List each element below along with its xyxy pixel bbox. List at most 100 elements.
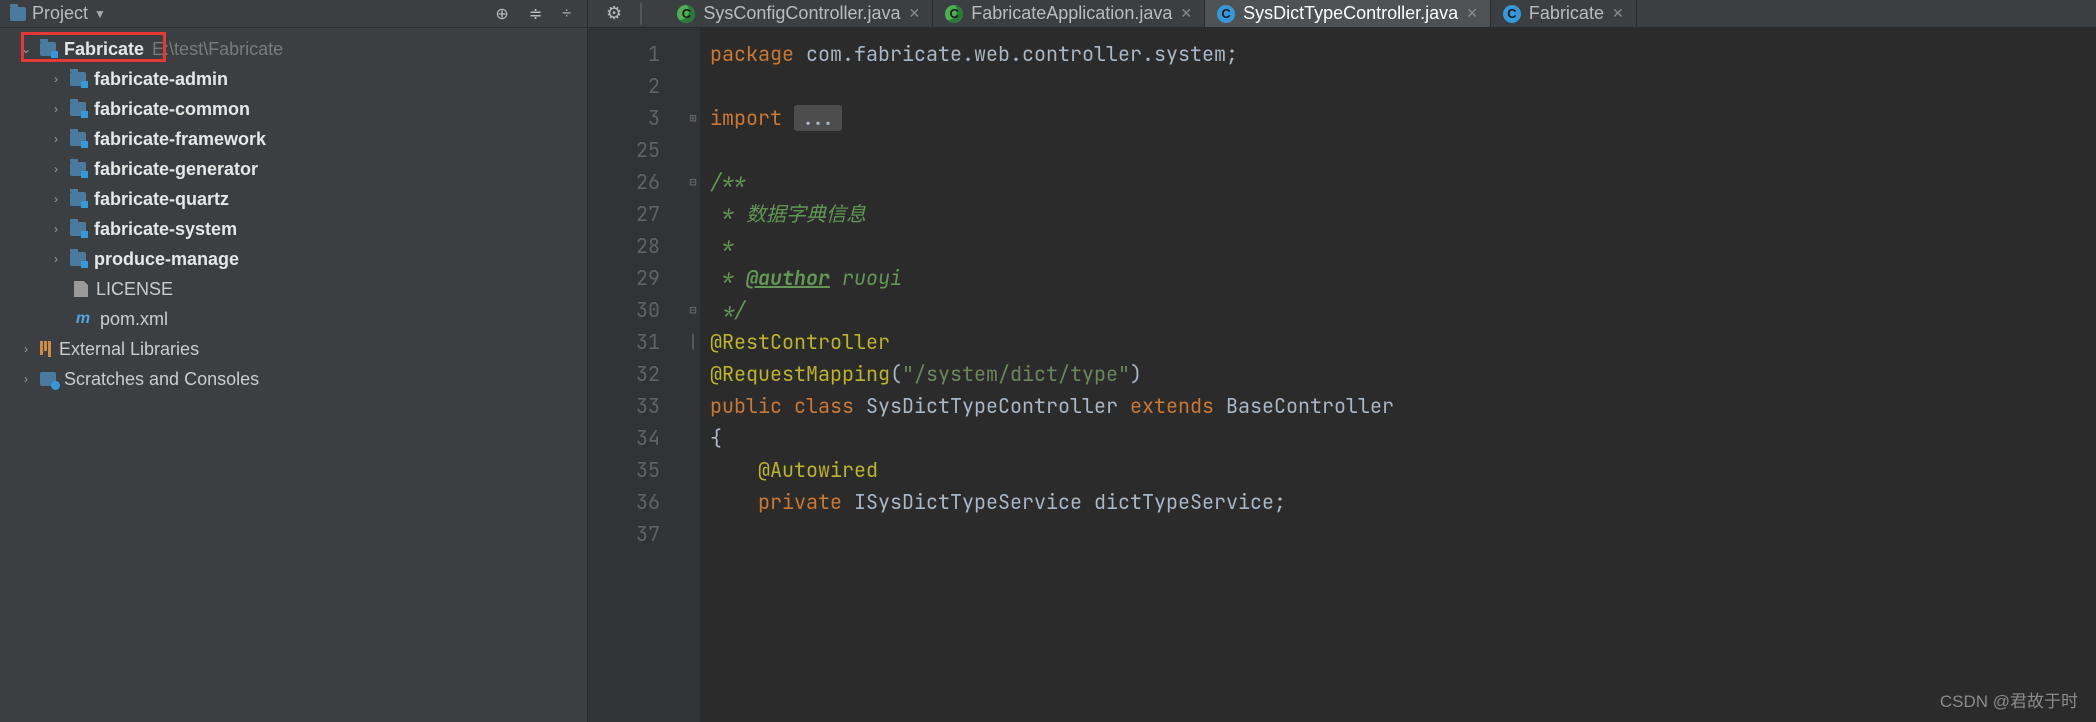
code-area[interactable]: package com.fabricate.web.controller.sys…	[700, 28, 1394, 722]
fold-marker[interactable]	[686, 390, 700, 422]
chevron-right-icon[interactable]: ›	[50, 252, 62, 266]
tab-label: SysConfigController.java	[703, 3, 900, 24]
tree-root-name: Fabricate	[64, 39, 144, 60]
tree-module[interactable]: › produce-manage	[0, 244, 587, 274]
fold-column[interactable]: ⊞ ⊟ ⊟│	[686, 28, 700, 722]
fold-marker[interactable]: ⊟	[686, 166, 700, 198]
code-line: @RestController	[710, 326, 1394, 358]
project-label: Project	[32, 3, 88, 24]
fold-marker[interactable]	[686, 134, 700, 166]
maven-icon: m	[74, 310, 92, 328]
class-icon: C	[1503, 5, 1521, 23]
fold-marker[interactable]	[686, 38, 700, 70]
code-line: {	[710, 422, 1394, 454]
line-number: 26	[588, 166, 660, 198]
editor-tabs: CSysConfigController.java✕CFabricateAppl…	[665, 0, 2096, 27]
fold-marker[interactable]	[686, 486, 700, 518]
chevron-right-icon[interactable]: ›	[50, 72, 62, 86]
library-icon	[40, 341, 51, 357]
line-number: 31	[588, 326, 660, 358]
code-line	[710, 134, 1394, 166]
chevron-right-icon[interactable]: ›	[20, 342, 32, 356]
code-line: @RequestMapping("/system/dict/type")	[710, 358, 1394, 390]
fold-marker[interactable]	[686, 518, 700, 550]
class-icon: C	[677, 5, 695, 23]
fold-marker[interactable]: ⊟	[686, 294, 700, 326]
tree-root-path: E:\test\Fabricate	[152, 39, 283, 60]
fold-marker[interactable]	[686, 70, 700, 102]
top-bar: Project ▼ ⊕ ≑ ÷ ⚙ │ C SysConfigController…	[0, 0, 2096, 28]
chevron-right-icon[interactable]: ›	[50, 102, 62, 116]
code-editor[interactable]: 12325262728293031323334353637 ⊞ ⊟ ⊟│ pac…	[588, 28, 2096, 722]
fold-marker[interactable]	[686, 422, 700, 454]
code-line	[710, 518, 1394, 550]
line-number: 27	[588, 198, 660, 230]
line-number: 28	[588, 230, 660, 262]
chevron-right-icon[interactable]: ›	[20, 372, 32, 386]
code-line	[710, 70, 1394, 102]
fold-marker[interactable]	[686, 230, 700, 262]
tree-module[interactable]: ›fabricate-admin	[0, 64, 587, 94]
line-number: 36	[588, 486, 660, 518]
module-folder-icon	[70, 222, 86, 236]
chevron-right-icon[interactable]: ›	[50, 222, 62, 236]
gear-icon[interactable]: ⚙	[606, 3, 622, 24]
fold-marker[interactable]	[686, 262, 700, 294]
project-tree[interactable]: ⌄ Fabricate E:\test\Fabricate ›fabricate…	[0, 28, 588, 722]
expand-all-icon[interactable]: ≑	[529, 4, 542, 24]
close-icon[interactable]: ✕	[1180, 5, 1192, 22]
fold-marker[interactable]	[686, 198, 700, 230]
close-icon[interactable]: ✕	[1612, 5, 1624, 22]
tree-module[interactable]: › fabricate-generator	[0, 154, 587, 184]
tree-file[interactable]: LICENSE	[0, 274, 587, 304]
tree-root[interactable]: ⌄ Fabricate E:\test\Fabricate	[0, 34, 587, 64]
chevron-right-icon[interactable]: ›	[50, 132, 62, 146]
line-number: 29	[588, 262, 660, 294]
locate-icon[interactable]: ⊕	[495, 4, 508, 24]
tree-module[interactable]: › fabricate-common	[0, 94, 587, 124]
file-name: pom.xml	[100, 309, 168, 330]
module-folder-icon	[70, 192, 86, 206]
tree-module[interactable]: ›fabricate-system	[0, 214, 587, 244]
tree-extra[interactable]: ›External Libraries	[0, 334, 587, 364]
close-icon[interactable]: ✕	[909, 5, 921, 22]
line-number: 37	[588, 518, 660, 550]
module-name: produce-manage	[94, 249, 239, 270]
fold-marker[interactable]: │	[686, 326, 700, 358]
tab-label: Fabricate	[1529, 3, 1604, 24]
line-number: 1	[588, 38, 660, 70]
code-line: package com.fabricate.web.controller.sys…	[710, 38, 1394, 70]
fold-marker[interactable]	[686, 454, 700, 486]
tab[interactable]: CFabricateApplication.java✕	[933, 0, 1205, 27]
close-icon[interactable]: ✕	[1466, 5, 1478, 22]
tree-extra[interactable]: ›Scratches and Consoles	[0, 364, 587, 394]
tab[interactable]: C Fabricate ✕	[1491, 0, 1637, 27]
collapse-all-icon[interactable]: ÷	[562, 5, 571, 23]
editor-settings-zone: ⚙ │	[588, 0, 665, 27]
fold-marker[interactable]	[686, 358, 700, 390]
code-line: import ...	[710, 102, 1394, 134]
code-line: /**	[710, 166, 1394, 198]
line-number: 30	[588, 294, 660, 326]
tree-module[interactable]: ›fabricate-quartz	[0, 184, 587, 214]
chevron-down-icon[interactable]: ⌄	[20, 42, 32, 56]
line-number: 35	[588, 454, 660, 486]
fold-marker[interactable]: ⊞	[686, 102, 700, 134]
line-number: 2	[588, 70, 660, 102]
tab[interactable]: CSysDictTypeController.java✕	[1205, 0, 1491, 27]
tree-file[interactable]: m pom.xml	[0, 304, 587, 334]
module-name: fabricate-common	[94, 99, 250, 120]
chevron-right-icon[interactable]: ›	[50, 162, 62, 176]
project-view-selector[interactable]: Project ▼	[10, 3, 489, 24]
module-name: fabricate-generator	[94, 159, 258, 180]
module-folder-icon	[40, 42, 56, 56]
module-folder-icon	[70, 102, 86, 116]
chevron-right-icon[interactable]: ›	[50, 192, 62, 206]
module-folder-icon	[70, 162, 86, 176]
tree-module[interactable]: ›fabricate-framework	[0, 124, 587, 154]
code-line: */	[710, 294, 1394, 326]
line-number: 25	[588, 134, 660, 166]
project-toolbar: ⊕ ≑ ÷	[495, 4, 587, 24]
line-number: 32	[588, 358, 660, 390]
tab[interactable]: C SysConfigController.java ✕	[665, 0, 933, 27]
